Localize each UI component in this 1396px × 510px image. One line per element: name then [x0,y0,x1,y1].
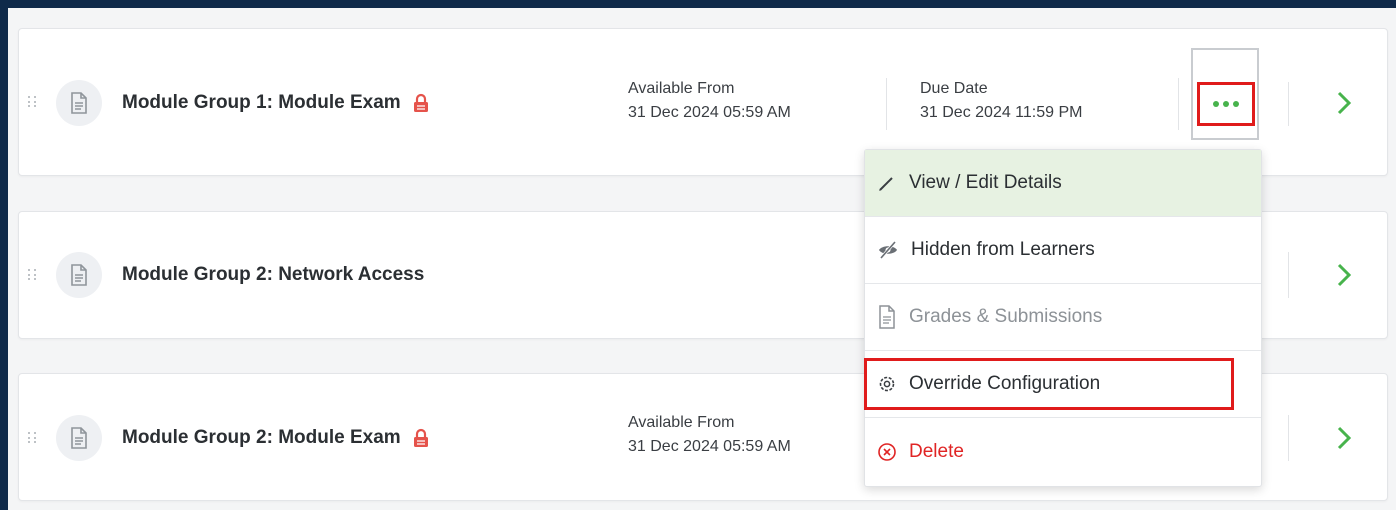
due-date: Due Date 31 Dec 2024 11:59 PM [920,77,1082,125]
lock-icon [413,428,428,447]
menu-item-delete[interactable]: Delete [865,418,1261,485]
menu-item-override-configuration[interactable]: Override Configuration [865,351,1261,418]
module-title-text[interactable]: Module Group 2: Module Exam [122,427,401,449]
drag-handle-icon[interactable] [28,269,38,281]
available-from: Available From 31 Dec 2024 05:59 AM [628,77,791,125]
drag-handle-icon[interactable] [28,96,38,108]
menu-item-label: Delete [909,440,964,462]
chevron-right-icon[interactable] [1334,91,1354,115]
more-options-menu: View / Edit Details Hidden from Learners… [864,149,1262,487]
menu-item-grades-submissions[interactable]: Grades & Submissions [865,284,1261,351]
divider [1288,82,1289,126]
divider [1288,415,1289,461]
divider [1288,252,1289,298]
due-date-value: 31 Dec 2024 11:59 PM [920,104,1083,121]
more-options-button[interactable] [1197,82,1255,126]
dot-icon [1233,101,1239,107]
document-icon [56,80,102,126]
module-title-text[interactable]: Module Group 1: Module Exam [122,92,401,114]
chevron-right-icon[interactable] [1334,426,1354,450]
pencil-icon [879,177,893,191]
available-from-value: 31 Dec 2024 05:59 AM [628,104,791,121]
lock-icon [413,93,428,112]
eye-slash-icon [879,241,897,259]
menu-item-label: Grades & Submissions [909,306,1103,327]
document-icon [56,415,102,461]
due-date-label: Due Date [920,80,988,97]
document-icon [879,305,895,329]
module-title[interactable]: Module Group 2: Module Exam [122,427,429,449]
document-icon [56,252,102,298]
dot-icon [1213,101,1219,107]
menu-item-label: Override Configuration [909,373,1101,394]
divider [886,78,887,130]
menu-item-label: View / Edit Details [909,172,1062,193]
chevron-right-icon[interactable] [1334,263,1354,287]
available-from-label: Available From [628,80,735,97]
dot-icon [1223,101,1229,107]
drag-handle-icon[interactable] [28,432,38,444]
available-from-value: 31 Dec 2024 05:59 AM [628,438,791,455]
module-title-text[interactable]: Module Group 2: Network Access [122,264,424,286]
divider [1178,78,1179,130]
menu-item-label: Hidden from Learners [911,239,1095,260]
available-from: Available From 31 Dec 2024 05:59 AM [628,411,791,459]
available-from-label: Available From [628,414,735,431]
menu-item-hidden-from-learners[interactable]: Hidden from Learners [865,217,1261,284]
gear-icon [879,376,895,392]
circle-x-icon [878,442,896,461]
module-title[interactable]: Module Group 2: Network Access [122,264,424,286]
module-title[interactable]: Module Group 1: Module Exam [122,92,429,114]
menu-item-view-edit-details[interactable]: View / Edit Details [865,150,1261,217]
